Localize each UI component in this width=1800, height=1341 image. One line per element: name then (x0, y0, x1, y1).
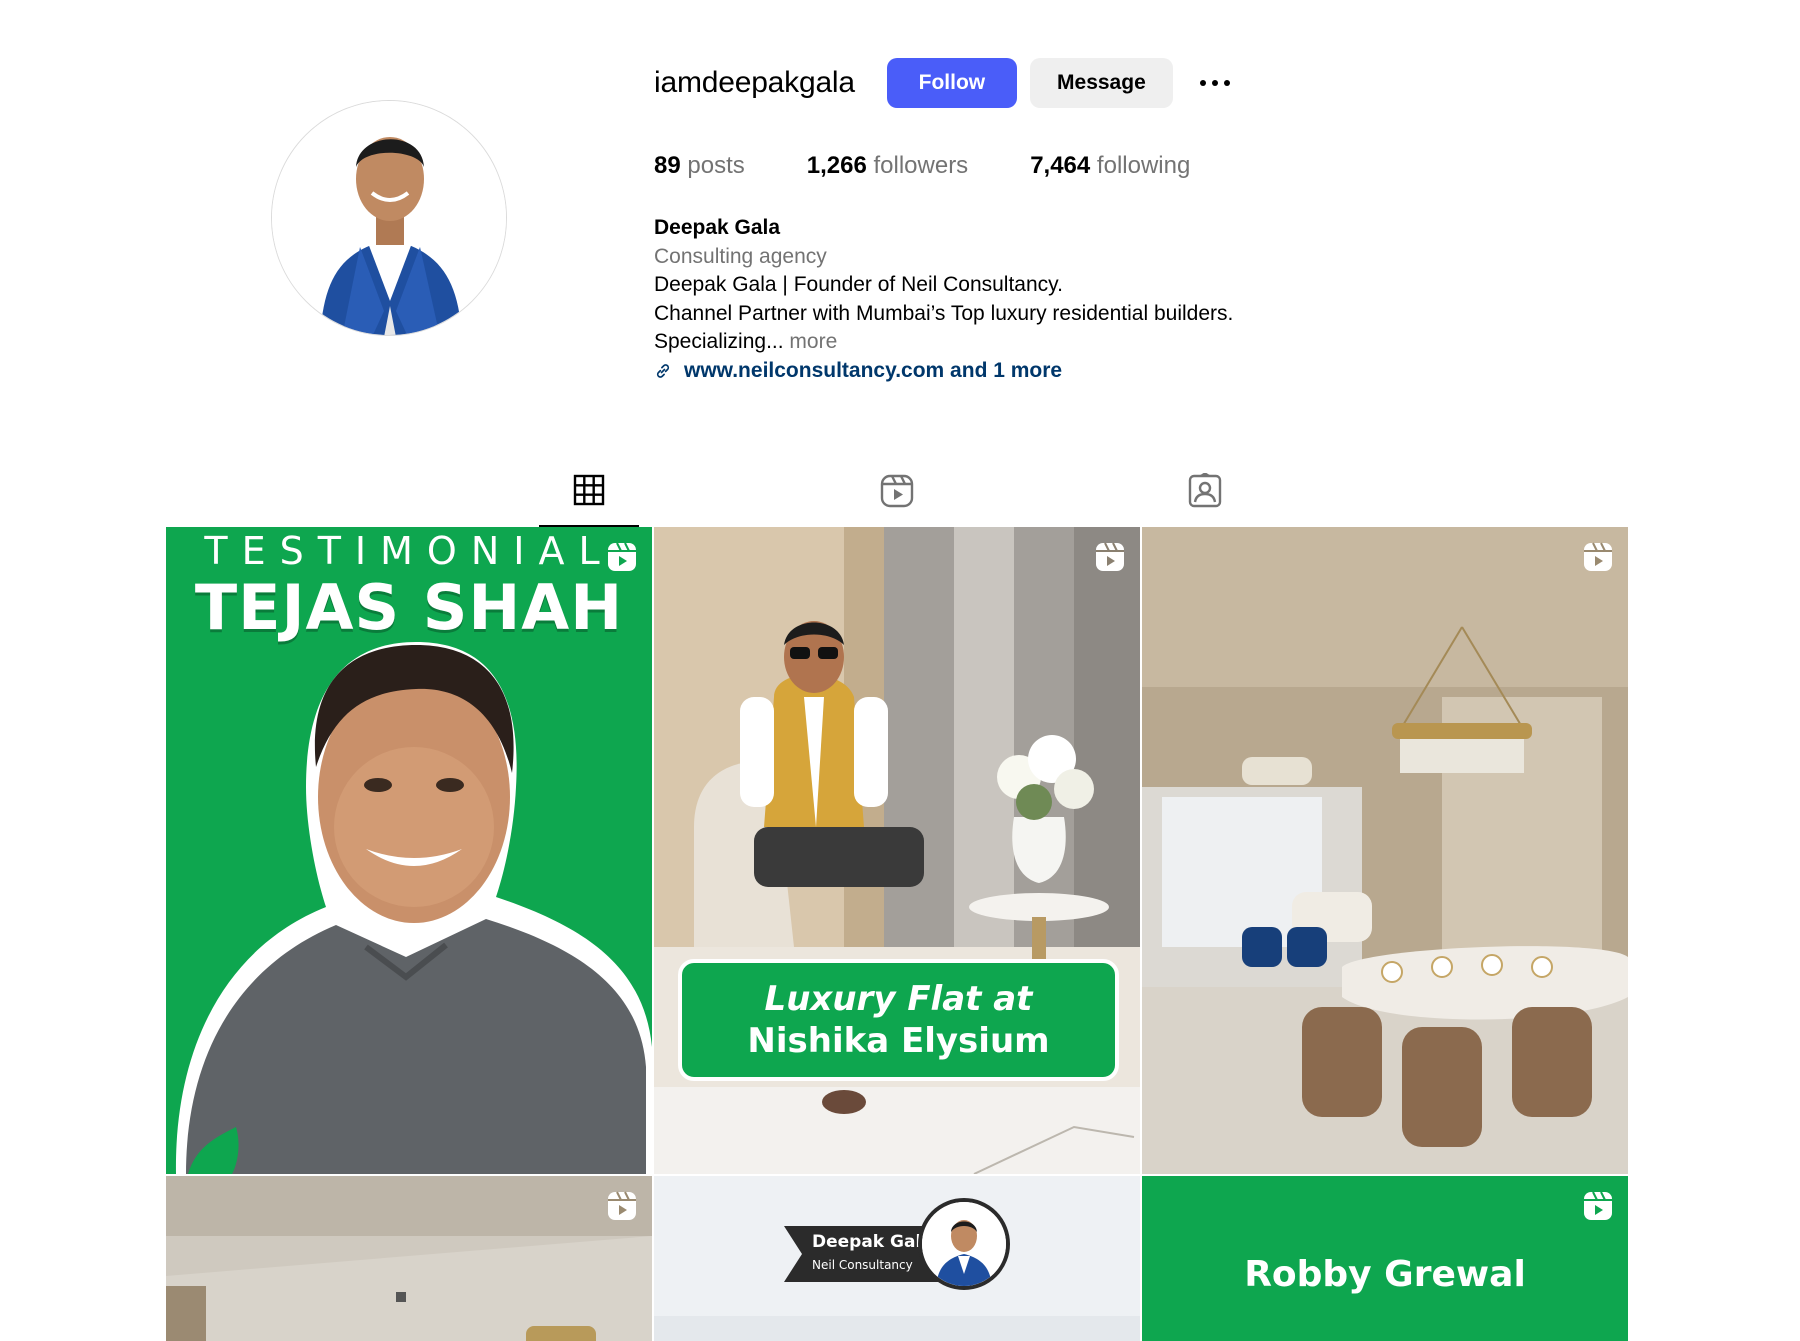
profile-stats: 89 posts 1,266 followers 7,464 following (654, 152, 1252, 180)
followers-count[interactable]: 1,266 followers (807, 152, 968, 180)
bio-line-1: Deepak Gala | Founder of Neil Consultanc… (654, 273, 1063, 296)
profile-category: Consulting agency (654, 244, 827, 268)
message-button[interactable]: Message (1029, 58, 1173, 108)
post-caption-box: Luxury Flat at Nishika Elysium (678, 959, 1119, 1081)
reel-icon (608, 1191, 636, 1220)
link-icon (656, 363, 670, 378)
posts-grid: TESTIMONIAL TEJAS SHAH Luxury Flat at Ni… (166, 527, 1628, 1341)
tab-reels[interactable] (847, 455, 947, 527)
bio-line-2: Channel Partner with Mumbai’s Top luxury… (654, 301, 1234, 325)
post-thumbnail[interactable] (166, 1176, 652, 1341)
profile-photo (272, 101, 506, 335)
bio-line-3: Specializing... (654, 330, 784, 353)
post-caption-line-1: Luxury Flat at (764, 979, 1033, 1019)
grid-icon (573, 474, 605, 506)
posts-count: 89 posts (654, 152, 745, 180)
post-overlay-title: Robby Grewal (1244, 1254, 1526, 1295)
post-thumbnail[interactable]: Luxury Flat at Nishika Elysium (654, 527, 1140, 1174)
following-count[interactable]: 7,464 following (1030, 152, 1190, 180)
bio-more-link[interactable]: more (789, 330, 837, 353)
reel-icon (608, 542, 636, 571)
posts-count-value: 89 (654, 152, 681, 179)
post-caption-line-2: Nishika Elysium (747, 1021, 1050, 1061)
profile-tabs (0, 455, 1800, 527)
post-thumbnail[interactable]: Deepak Gala Neil Consultancy (654, 1176, 1140, 1341)
profile-bio: Deepak Gala Consulting agency Deepak Gal… (654, 214, 1233, 385)
profile-full-name: Deepak Gala (654, 216, 781, 239)
bio-line-3-wrap: Specializing... more (654, 328, 1233, 357)
post-overlay-title: TEJAS SHAH (194, 571, 624, 644)
posts-count-label: posts (687, 152, 745, 179)
tag-company: Neil Consultancy (812, 1258, 913, 1272)
post-overlay-subtitle: TESTIMONIAL (204, 529, 614, 573)
tag-name: Deepak Gala (812, 1232, 933, 1252)
reels-icon (880, 474, 914, 508)
reel-icon (1584, 1191, 1612, 1220)
options-icon[interactable] (1195, 58, 1235, 108)
bio-website-text: www.neilconsultancy.com and 1 more (684, 358, 1063, 382)
tag-avatar-photo (922, 1202, 1006, 1286)
tab-tagged[interactable] (1155, 455, 1255, 527)
reel-icon (1584, 542, 1612, 571)
following-count-value: 7,464 (1030, 152, 1091, 179)
post-thumbnail[interactable]: Robby Grewal (1142, 1176, 1628, 1341)
tag-avatar (918, 1198, 1010, 1290)
profile-username: iamdeepakgala (654, 66, 855, 99)
followers-count-value: 1,266 (806, 152, 867, 179)
reel-icon (1096, 542, 1124, 571)
profile-avatar[interactable] (271, 100, 507, 336)
post-thumbnail[interactable] (1142, 527, 1628, 1174)
tagged-icon (1188, 473, 1222, 508)
tab-posts[interactable] (539, 455, 639, 527)
followers-count-label: followers (873, 152, 969, 179)
post-thumbnail[interactable]: TESTIMONIAL TEJAS SHAH (166, 527, 652, 1174)
following-count-label: following (1096, 152, 1191, 179)
post-image (166, 1176, 652, 1341)
post-image (1142, 527, 1628, 1174)
bio-website-link[interactable]: www.neilconsultancy.com and 1 more (654, 357, 1233, 386)
follow-button[interactable]: Follow (886, 58, 1017, 108)
